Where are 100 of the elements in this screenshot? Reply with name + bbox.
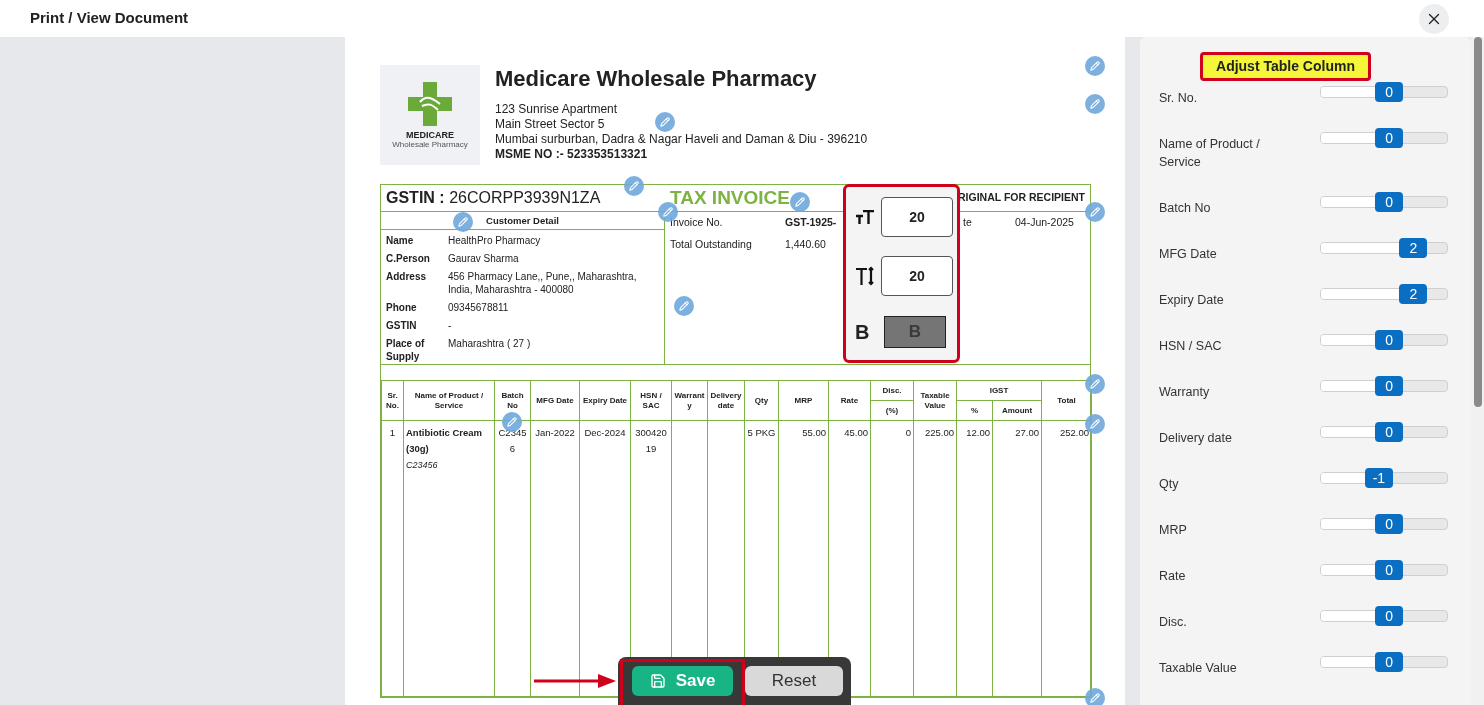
pencil-icon xyxy=(629,181,639,191)
product-cell: Antibiotic Cream (30g) C23456 xyxy=(403,420,495,697)
column-label: Delivery date xyxy=(1159,430,1233,447)
column-width-slider[interactable]: 2 xyxy=(1320,284,1448,304)
field-label: Name xyxy=(386,234,415,247)
field-value: Maharashtra ( 27 ) xyxy=(448,337,532,351)
column-width-slider[interactable]: 0 xyxy=(1320,82,1448,102)
column-header: MFG Date xyxy=(530,380,580,421)
slider-thumb[interactable]: -1 xyxy=(1364,468,1393,488)
pencil-icon xyxy=(1090,207,1100,217)
slider-thumb[interactable]: 0 xyxy=(1375,82,1404,102)
pencil-icon xyxy=(1090,379,1100,389)
info-value: 04-Jun-2025 xyxy=(1015,216,1074,229)
slider-thumb[interactable]: 0 xyxy=(1375,560,1404,580)
logo-tagline: Wholesale Pharmacy xyxy=(392,139,468,149)
column-header: HSN / SAC xyxy=(630,380,672,421)
column-label: Expiry Date xyxy=(1159,292,1225,309)
gstin-text: GSTIN : 26CORPP3939N1ZA xyxy=(385,188,602,208)
save-icon xyxy=(649,673,666,689)
column-header: Delivery date xyxy=(707,380,745,421)
table-cell: 225.00 xyxy=(913,420,957,697)
field-value: - xyxy=(448,319,453,332)
column-header: Expiry Date xyxy=(579,380,631,421)
slider-thumb[interactable]: 0 xyxy=(1375,514,1404,534)
slider-thumb[interactable]: 0 xyxy=(1375,422,1404,442)
save-button[interactable]: Save xyxy=(632,666,733,696)
slider-thumb[interactable]: 0 xyxy=(1375,192,1404,212)
column-width-slider[interactable]: 0 xyxy=(1320,422,1448,442)
font-size-input[interactable]: 20 xyxy=(881,197,953,237)
msme-number: MSME NO :- 523353513321 xyxy=(495,147,648,162)
info-label: Invoice No. xyxy=(670,216,724,229)
column-width-slider[interactable]: 0 xyxy=(1320,606,1448,626)
logo-name: MEDICARE xyxy=(406,129,454,140)
pencil-icon xyxy=(1090,693,1100,703)
reset-button[interactable]: Reset xyxy=(745,666,843,696)
pencil-icon xyxy=(1090,61,1100,71)
column-width-slider[interactable]: -1 xyxy=(1320,468,1448,488)
company-name: Medicare Wholesale Pharmacy xyxy=(495,65,818,93)
slider-thumb[interactable]: 2 xyxy=(1399,284,1428,304)
column-width-slider[interactable]: 0 xyxy=(1320,560,1448,580)
pencil-icon xyxy=(795,197,805,207)
slider-thumb[interactable]: 0 xyxy=(1375,128,1404,148)
font-size-icon xyxy=(855,210,875,224)
column-width-slider[interactable]: 0 xyxy=(1320,514,1448,534)
info-label: Total Outstanding xyxy=(670,238,753,251)
copy-label: RIGINAL FOR RECIPIENT xyxy=(958,190,1086,206)
slider-thumb[interactable]: 0 xyxy=(1375,376,1404,396)
column-label: Name of Product / Service xyxy=(1159,136,1261,171)
column-header: Qty xyxy=(744,380,779,421)
scrollbar[interactable] xyxy=(1471,37,1484,705)
column-width-slider[interactable]: 0 xyxy=(1320,128,1448,148)
pencil-icon xyxy=(660,117,670,127)
column-header: MRP xyxy=(778,380,829,421)
column-label: MFG Date xyxy=(1159,246,1218,263)
column-header: % xyxy=(956,400,993,421)
column-header: Warranty xyxy=(671,380,708,421)
bold-label: B xyxy=(855,320,871,345)
cross-logo-icon xyxy=(408,81,452,126)
column-width-slider[interactable]: 0 xyxy=(1320,330,1448,350)
table-cell: 1 xyxy=(381,420,404,697)
slider-thumb[interactable]: 0 xyxy=(1375,330,1404,350)
slider-thumb[interactable]: 0 xyxy=(1375,606,1404,626)
field-label: Address xyxy=(386,270,427,284)
column-label: MRP xyxy=(1159,522,1188,539)
field-value: HealthPro Pharmacy xyxy=(448,234,542,247)
field-label: Phone xyxy=(386,301,418,314)
slider-thumb[interactable]: 0 xyxy=(1375,652,1404,672)
column-label: Batch No xyxy=(1159,200,1212,217)
info-value: 1,440.60 xyxy=(785,238,826,250)
column-label: Warranty xyxy=(1159,384,1211,401)
dialog-title: Print / View Document xyxy=(30,8,189,29)
column-header: IGST xyxy=(956,380,1042,401)
address-line: 123 Sunrise Apartment xyxy=(495,102,618,117)
column-label: Sr. No. xyxy=(1159,90,1199,107)
panel-title: Adjust Table Column xyxy=(1200,52,1371,81)
document-title: TAX INVOICE xyxy=(670,185,790,210)
column-header: Disc. xyxy=(870,380,914,401)
field-value: Gaurav Sharma xyxy=(448,252,520,265)
column-width-slider[interactable]: 0 xyxy=(1320,652,1448,672)
column-header: Rate xyxy=(828,380,871,421)
column-label: Rate xyxy=(1159,568,1187,585)
table-cell: Jan-2022 xyxy=(530,420,580,697)
pencil-icon xyxy=(1090,99,1100,109)
close-button[interactable] xyxy=(1419,3,1449,34)
column-width-slider[interactable]: 0 xyxy=(1320,192,1448,212)
column-width-slider[interactable]: 0 xyxy=(1320,376,1448,396)
slider-thumb[interactable]: 2 xyxy=(1399,238,1428,258)
line-height-input[interactable]: 20 xyxy=(881,256,953,296)
info-value: GST-1925- xyxy=(785,216,837,228)
pencil-icon xyxy=(679,301,689,311)
field-value: 09345678811 xyxy=(448,301,510,314)
column-header: Taxable Value xyxy=(913,380,957,421)
column-label: Taxable Value xyxy=(1159,660,1238,677)
column-width-slider[interactable]: 2 xyxy=(1320,238,1448,258)
field-label: C.Person xyxy=(386,252,431,265)
column-label: Qty xyxy=(1159,476,1180,493)
pencil-icon xyxy=(663,207,673,217)
address-line: Main Street Sector 5 xyxy=(495,117,605,132)
column-header: Name of Product / Service xyxy=(403,380,495,421)
address-line: Mumbai surburban, Dadra & Nagar Haveli and Daman & Diu - 396210 xyxy=(495,132,868,147)
